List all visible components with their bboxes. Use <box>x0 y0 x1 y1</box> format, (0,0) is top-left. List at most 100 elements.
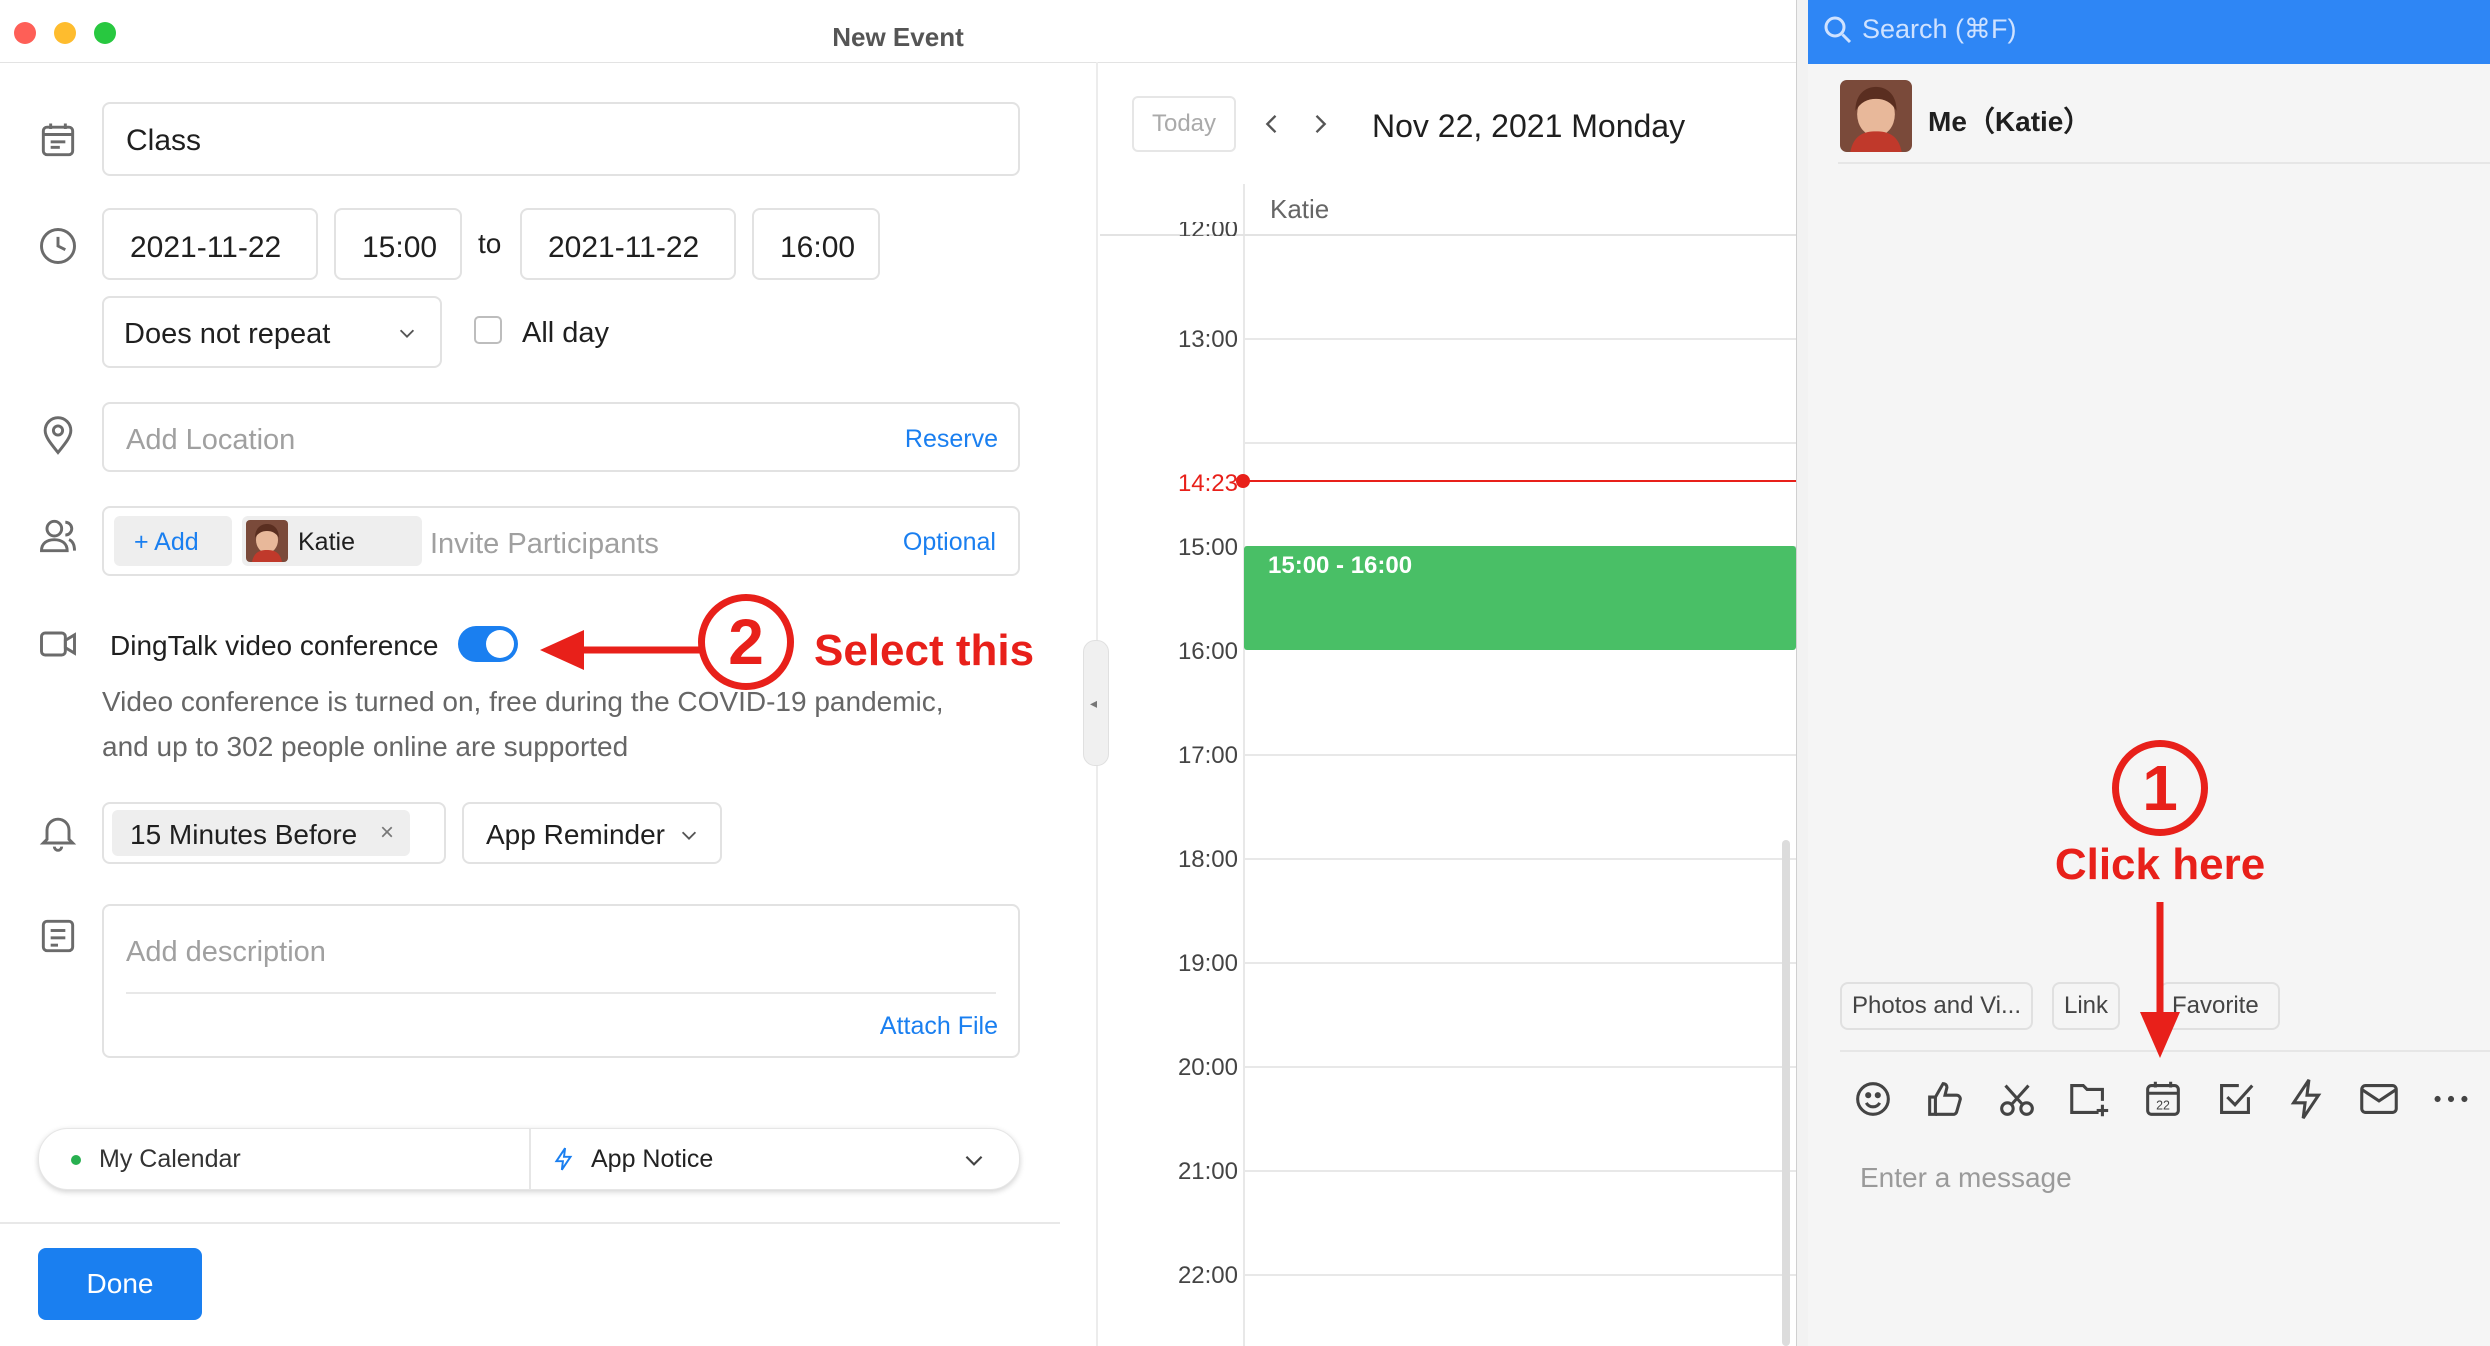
collapse-arrow-icon: ◂ <box>1090 695 1098 711</box>
message-input[interactable]: Enter a message <box>1860 1162 2072 1194</box>
reminder-chip-label: 15 Minutes Before <box>130 819 358 850</box>
chat-header-divider <box>1838 162 2490 164</box>
scissors-icon[interactable] <box>1994 1076 2040 1122</box>
all-day-label: All day <box>522 317 610 349</box>
thumbs-up-icon[interactable] <box>1922 1076 1968 1122</box>
event-title-input[interactable]: Class <box>102 102 1020 176</box>
avatar <box>1840 80 1912 152</box>
hour-label: 22:00 <box>1177 1262 1238 1289</box>
description-icon <box>41 919 75 953</box>
hour-label: 15:00 <box>1177 534 1238 561</box>
checkbox-icon[interactable] <box>2212 1076 2258 1122</box>
invite-placeholder: Invite Participants <box>430 528 659 560</box>
participant-name: Katie <box>298 528 355 556</box>
notice-select[interactable]: App Notice <box>531 1129 1019 1189</box>
step-2-arrow-icon <box>540 630 700 670</box>
description-input[interactable]: Add description Attach File <box>102 904 1020 1058</box>
location-placeholder: Add Location <box>126 424 296 456</box>
repeat-value: Does not repeat <box>124 318 331 350</box>
repeat-select[interactable]: Does not repeat <box>102 296 442 368</box>
add-participant-label: + Add <box>134 528 199 556</box>
video-desc-line-2: and up to 302 people online are supporte… <box>102 731 629 762</box>
hour-line <box>1243 962 1796 964</box>
video-conference-label: DingTalk video conference <box>110 630 439 661</box>
mail-icon[interactable] <box>2356 1076 2402 1122</box>
step-2-label: Select this <box>814 626 1035 675</box>
hour-label: 16:00 <box>1177 638 1238 665</box>
reserve-link[interactable]: Reserve <box>905 425 998 454</box>
hour-line <box>1243 858 1796 860</box>
calendar-color-dot <box>71 1155 81 1165</box>
calendar-select[interactable]: My Calendar <box>39 1129 529 1189</box>
more-icon[interactable] <box>2428 1076 2474 1122</box>
reminder-chip: 15 Minutes Before × <box>112 810 410 856</box>
video-camera-icon <box>40 631 76 657</box>
step-2-badge: 2 <box>698 594 794 690</box>
search-bar[interactable]: Search (⌘F) <box>1808 0 2490 64</box>
end-date-value: 2021-11-22 <box>548 231 700 264</box>
reminder-input[interactable]: 15 Minutes Before × <box>102 802 446 864</box>
calendar-label: My Calendar <box>99 1145 241 1173</box>
folder-add-icon[interactable] <box>2066 1076 2112 1122</box>
start-time-value: 15:00 <box>362 231 438 264</box>
description-placeholder: Add description <box>126 936 326 968</box>
today-button[interactable]: Today <box>1132 96 1236 152</box>
hour-label: 19:00 <box>1177 950 1238 977</box>
end-time-field[interactable]: 16:00 <box>752 208 880 280</box>
lightning-icon[interactable] <box>2284 1076 2330 1122</box>
reminder-remove-icon[interactable]: × <box>380 819 394 847</box>
collapse-handle[interactable]: ◂ <box>1083 640 1109 766</box>
participants-input[interactable]: + Add Katie Invite Participants Optional <box>102 506 1020 576</box>
start-date-field[interactable]: 2021-11-22 <box>102 208 318 280</box>
start-time-field[interactable]: 15:00 <box>334 208 462 280</box>
end-date-field[interactable]: 2021-11-22 <box>520 208 736 280</box>
attach-file-link[interactable]: Attach File <box>880 1012 998 1041</box>
chevron-right-icon[interactable] <box>1306 110 1334 138</box>
reminder-type-value: App Reminder <box>486 819 665 850</box>
link-tab[interactable]: Link <box>2052 982 2121 1030</box>
calendar-icon[interactable]: 22 <box>2140 1076 2186 1122</box>
add-participant-button[interactable]: + Add <box>114 516 232 566</box>
video-desc-line-1: Video conference is turned on, free duri… <box>102 686 944 717</box>
reminder-type-select[interactable]: App Reminder <box>462 802 722 864</box>
hour-label: 20:00 <box>1177 1054 1238 1081</box>
contact-name: Me（Katie） <box>1928 106 2092 137</box>
bell-icon <box>39 817 77 852</box>
hour-label: 12:00 <box>1120 222 1238 236</box>
optional-link[interactable]: Optional <box>903 528 996 557</box>
current-time-line <box>1243 480 1796 482</box>
to-label: to <box>478 228 502 259</box>
event-title-icon <box>41 123 75 157</box>
clock-icon <box>40 228 76 264</box>
step-1-arrow-icon <box>2140 902 2180 1058</box>
emoji-icon[interactable] <box>1850 1076 1896 1122</box>
avatar <box>246 520 288 562</box>
calendar-date-title: Nov 22, 2021 Monday <box>1372 108 1686 144</box>
hour-line <box>1243 1066 1796 1068</box>
step-2-number: 2 <box>728 606 764 678</box>
hour-label: 17:00 <box>1177 742 1238 769</box>
event-block[interactable]: 15:00 - 16:00 <box>1244 546 1796 650</box>
photos-videos-tab[interactable]: Photos and Vi... <box>1840 982 2034 1030</box>
participants-icon <box>40 519 76 553</box>
title-bar: New Event <box>0 0 1796 63</box>
lightning-icon <box>554 1147 573 1171</box>
done-button[interactable]: Done <box>38 1248 202 1320</box>
chevron-down-icon <box>681 831 697 840</box>
chevron-left-icon[interactable] <box>1258 110 1286 138</box>
step-1-number: 1 <box>2142 752 2178 824</box>
calendar-notice-bar: My Calendar App Notice <box>38 1128 1020 1190</box>
event-title-value: Class <box>126 124 202 157</box>
chevron-down-icon <box>965 1155 983 1166</box>
calendar-scrollbar[interactable] <box>1782 840 1790 1346</box>
toggle-knob <box>486 630 514 658</box>
video-conference-toggle[interactable] <box>458 626 518 662</box>
step-1-badge: 1 <box>2112 740 2208 836</box>
footer-divider <box>0 1222 1060 1224</box>
chat-panel: Search (⌘F) Me（Katie） Photos and Vi... L… <box>1808 0 2490 1346</box>
calendar-icon-day: 22 <box>2156 1099 2170 1113</box>
all-day-checkbox[interactable] <box>474 316 502 344</box>
participant-chip-katie[interactable]: Katie <box>242 516 422 566</box>
step-1-label: Click here <box>2054 840 2266 889</box>
location-input[interactable]: Add Location Reserve <box>102 402 1020 472</box>
